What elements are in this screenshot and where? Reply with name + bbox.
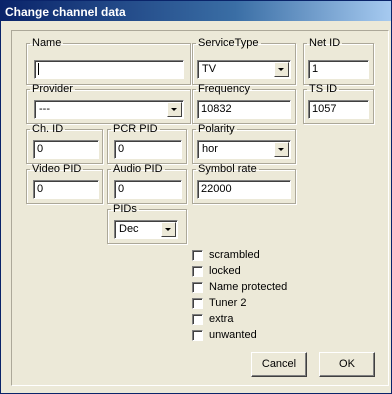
chevron-down-icon[interactable]: [161, 222, 176, 237]
chevron-down-icon[interactable]: [274, 142, 289, 157]
net-id-field[interactable]: 1: [308, 60, 369, 79]
checkbox-label: unwanted: [209, 329, 257, 341]
checkbox-box[interactable]: [192, 314, 203, 325]
polarity-select[interactable]: hor: [197, 140, 291, 159]
checkbox-label: Name protected: [209, 281, 288, 293]
ts-id-label: TS ID: [309, 83, 338, 95]
service-type-value: TV: [202, 63, 217, 75]
service-type-label: ServiceType: [198, 37, 259, 49]
pids-format-select[interactable]: Dec: [114, 220, 178, 239]
frequency-value: 10832: [201, 103, 232, 115]
service-type-select[interactable]: TV: [197, 60, 291, 79]
pcr-pid-value: 0: [118, 143, 125, 155]
polarity-label: Polarity: [198, 123, 235, 135]
text-caret: [38, 63, 39, 75]
ch-id-field[interactable]: 0: [33, 140, 99, 159]
name-label: Name: [32, 37, 62, 49]
unwanted-checkbox[interactable]: unwanted: [192, 329, 352, 343]
symbol-rate-value: 22000: [201, 183, 232, 195]
provider-label: Provider: [32, 83, 73, 95]
ok-button[interactable]: OK: [319, 352, 375, 377]
cancel-button[interactable]: Cancel: [251, 352, 307, 377]
net-id-label: Net ID: [309, 37, 341, 49]
chevron-down-icon[interactable]: [167, 102, 182, 117]
checkbox-box[interactable]: [192, 266, 203, 277]
net-id-value: 1: [312, 63, 319, 75]
ts-id-value: 1057: [312, 103, 337, 115]
checkbox-box[interactable]: [192, 330, 203, 341]
video-pid-value: 0: [37, 183, 44, 195]
provider-select[interactable]: ---: [34, 100, 184, 119]
frequency-label: Frequency: [198, 83, 250, 95]
audio-pid-value: 0: [118, 183, 125, 195]
checkbox-box[interactable]: [192, 250, 203, 261]
video-pid-field[interactable]: 0: [33, 180, 99, 199]
checkbox-box[interactable]: [192, 298, 203, 309]
name-protected-checkbox[interactable]: Name protected: [192, 281, 352, 295]
chevron-down-icon[interactable]: [274, 62, 289, 77]
checkbox-label: scrambled: [209, 249, 260, 261]
pcr-pid-label: PCR PID: [113, 123, 158, 135]
provider-value: ---: [39, 103, 50, 115]
frequency-field[interactable]: 10832: [197, 100, 291, 119]
change-channel-dialog: Change channel data Name ServiceType TV …: [0, 0, 392, 394]
checkbox-label: extra: [209, 313, 234, 325]
window-title: Change channel data: [1, 1, 391, 21]
checkbox-box[interactable]: [192, 282, 203, 293]
tuner-2-checkbox[interactable]: Tuner 2: [192, 297, 352, 311]
ch-id-value: 0: [37, 143, 44, 155]
audio-pid-label: Audio PID: [113, 163, 163, 175]
ts-id-field[interactable]: 1057: [308, 100, 369, 119]
pcr-pid-field[interactable]: 0: [114, 140, 182, 159]
ch-id-label: Ch. ID: [32, 123, 64, 135]
audio-pid-field[interactable]: 0: [114, 180, 182, 199]
checkbox-label: Tuner 2: [209, 297, 247, 309]
symbol-rate-field[interactable]: 22000: [197, 180, 291, 199]
pids-label: PIDs: [113, 203, 137, 215]
symbol-rate-label: Symbol rate: [198, 163, 257, 175]
name-field[interactable]: [34, 60, 184, 79]
checkbox-label: locked: [209, 265, 241, 277]
extra-checkbox[interactable]: extra: [192, 313, 352, 327]
scrambled-checkbox[interactable]: scrambled: [192, 249, 352, 263]
polarity-value: hor: [202, 143, 218, 155]
video-pid-label: Video PID: [32, 163, 82, 175]
locked-checkbox[interactable]: locked: [192, 265, 352, 279]
pids-format-value: Dec: [119, 223, 139, 235]
